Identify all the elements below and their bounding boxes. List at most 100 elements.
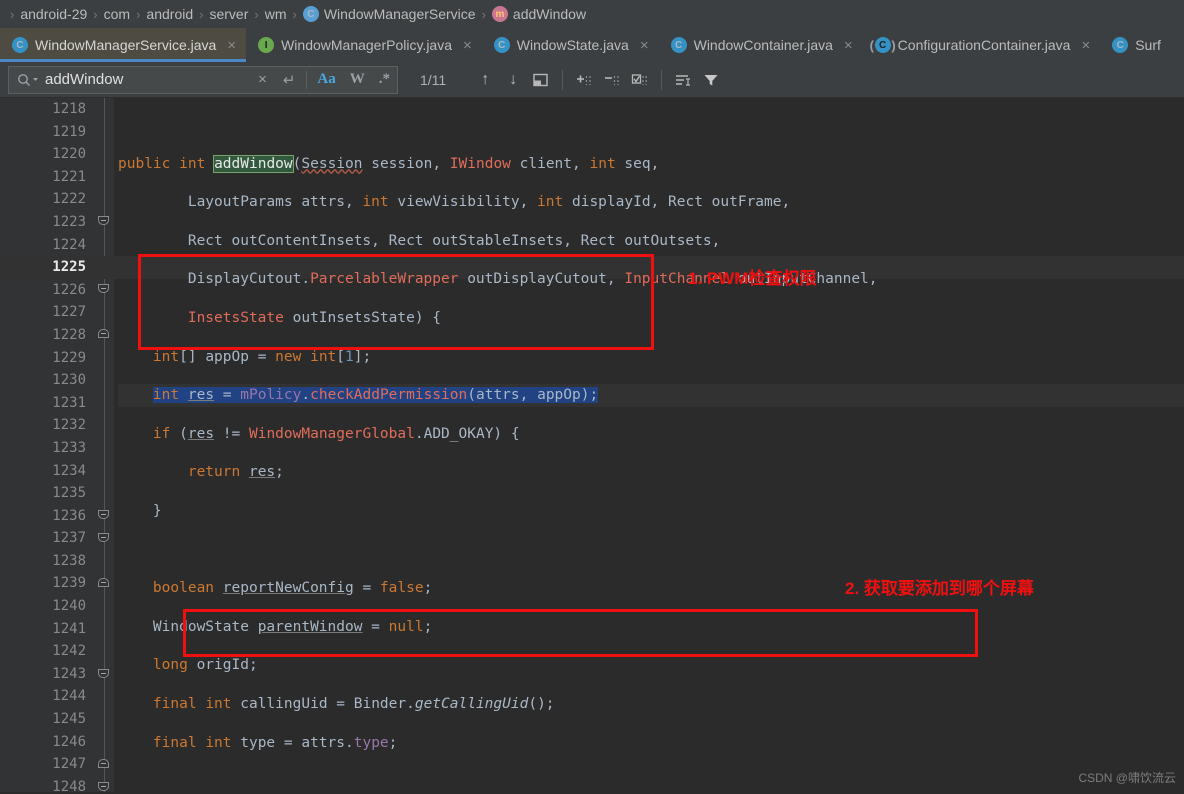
breadcrumb-item-android[interactable]: android [144, 6, 195, 22]
line-number: 1240 [52, 598, 86, 615]
breadcrumb-label: wm [264, 6, 287, 22]
search-history-icon[interactable]: ↵ [275, 71, 304, 89]
code-content[interactable]: public int addWindow(Session session, IW… [118, 98, 1184, 792]
tab-windowstate[interactable]: C WindowState.java × [482, 28, 659, 62]
code-line: int[] appOp = new int[1]; [152, 348, 372, 365]
line-number: 1243 [52, 665, 86, 682]
remove-occurrence-icon[interactable] [599, 67, 625, 93]
find-next-icon[interactable]: ↓ [500, 67, 526, 93]
breadcrumb-label: WindowManagerService [323, 6, 476, 22]
line-number: 1248 [52, 778, 86, 792]
annotation-2-label: 2. 获取要添加到哪个屏幕 [845, 579, 1034, 598]
search-input[interactable]: addWindow [45, 71, 250, 88]
code-line: long origId; [152, 657, 258, 674]
close-icon[interactable]: × [227, 38, 236, 53]
line-number: 1223 [52, 213, 86, 230]
close-icon[interactable]: × [1081, 38, 1090, 53]
whole-words-toggle[interactable]: W [343, 71, 372, 88]
code-line: public int addWindow(Session session, IW… [118, 154, 660, 173]
tab-windowmanagerpolicy[interactable]: I WindowManagerPolicy.java × [246, 28, 482, 62]
line-number: 1221 [52, 168, 86, 185]
line-number: 1229 [52, 349, 86, 366]
select-in-window-icon[interactable] [528, 67, 554, 93]
tab-label: WindowContainer.java [693, 37, 833, 53]
abstract-class-icon: C [870, 37, 896, 53]
search-field[interactable]: addWindow × ↵ Aa W .* [8, 65, 398, 94]
find-actions: ↑ ↓ [472, 67, 724, 93]
breadcrumb-item-wm[interactable]: wm [263, 6, 289, 22]
breadcrumb-item-addwindow[interactable]: m addWindow [490, 6, 588, 22]
tab-label: Surf [1135, 37, 1161, 53]
line-number: 1239 [52, 575, 86, 592]
tab-label: WindowManagerService.java [35, 37, 217, 53]
breadcrumb-item-server[interactable]: server [207, 6, 250, 22]
find-previous-icon[interactable]: ↑ [472, 67, 498, 93]
line-number-gutter: 1218 1219 1220 1221 1222 1223 1224 1225 … [0, 98, 96, 792]
class-icon: C [1112, 37, 1129, 53]
code-line: WindowState parentWindow = null; [118, 618, 433, 635]
search-icon[interactable] [17, 73, 39, 87]
line-number: 1238 [52, 552, 86, 569]
line-number-current: 1225 [0, 256, 96, 279]
line-number: 1235 [52, 485, 86, 502]
close-icon[interactable]: × [640, 38, 649, 53]
filter-icon[interactable] [698, 67, 724, 93]
fold-region-line [104, 98, 105, 792]
close-icon[interactable]: × [463, 38, 472, 53]
tab-surfaceanimator[interactable]: C Surf [1100, 28, 1171, 62]
fold-marker[interactable] [98, 216, 111, 229]
breadcrumb-separator: › [93, 6, 98, 22]
breadcrumb-separator: › [199, 6, 204, 22]
fold-marker[interactable] [98, 329, 111, 342]
code-line: if (res != WindowManagerGlobal.ADD_OKAY)… [152, 425, 520, 442]
fold-marker[interactable] [98, 510, 111, 523]
code-editor[interactable]: 1218 1219 1220 1221 1222 1223 1224 1225 … [0, 98, 1184, 792]
fold-marker[interactable] [98, 782, 111, 792]
line-number: 1226 [52, 281, 86, 298]
line-number: 1224 [52, 236, 86, 253]
fold-marker[interactable] [98, 669, 111, 682]
breadcrumb-item-com[interactable]: com [102, 6, 132, 22]
fold-marker[interactable] [98, 284, 111, 297]
fold-marker[interactable] [98, 578, 111, 591]
line-number: 1233 [52, 439, 86, 456]
breadcrumb-separator: › [136, 6, 141, 22]
line-number: 1246 [52, 733, 86, 750]
tab-windowcontainer[interactable]: C WindowContainer.java × [659, 28, 863, 62]
fold-marker[interactable] [98, 759, 111, 772]
watermark: CSDN @啸饮流云 [1078, 771, 1176, 785]
code-line: final int type = attrs.type; [152, 734, 398, 751]
line-number: 1218 [52, 101, 86, 117]
class-icon: C [12, 37, 28, 53]
interface-icon: I [258, 37, 275, 53]
breadcrumb-item-windowmanagerservice[interactable]: C WindowManagerService [301, 6, 478, 22]
filter-list-icon[interactable] [670, 67, 696, 93]
close-icon[interactable]: × [844, 38, 853, 53]
add-occurrence-icon[interactable] [571, 67, 597, 93]
tab-configurationcontainer[interactable]: C ConfigurationContainer.java × [863, 28, 1101, 62]
code-line: LayoutParams attrs, int viewVisibility, … [118, 194, 791, 211]
code-line: DisplayCutout.ParcelableWrapper outDispl… [118, 271, 878, 288]
code-line: InsetsState outInsetsState) { [187, 309, 442, 326]
breadcrumb-item-android-29[interactable]: android-29 [18, 6, 89, 22]
line-number: 1227 [52, 304, 86, 321]
tab-windowmanagerservice[interactable]: C WindowManagerService.java × [0, 28, 247, 62]
line-number: 1247 [52, 756, 86, 773]
line-number: 1222 [52, 191, 86, 208]
line-number: 1236 [52, 507, 86, 524]
match-case-toggle[interactable]: Aa [310, 71, 342, 88]
clear-search-icon[interactable]: × [250, 71, 275, 88]
select-all-occurrences-icon[interactable] [627, 67, 653, 93]
class-icon: C [302, 6, 319, 22]
line-number: 1232 [52, 417, 86, 434]
fold-marker[interactable] [98, 533, 111, 546]
line-number: 1234 [52, 462, 86, 479]
code-folding-gutter[interactable] [96, 98, 114, 792]
regex-toggle[interactable]: .* [372, 71, 397, 88]
breadcrumb-separator: › [254, 6, 259, 22]
code-line: } [118, 502, 162, 519]
breadcrumb-separator: › [10, 6, 15, 22]
line-number: 1219 [52, 123, 86, 140]
